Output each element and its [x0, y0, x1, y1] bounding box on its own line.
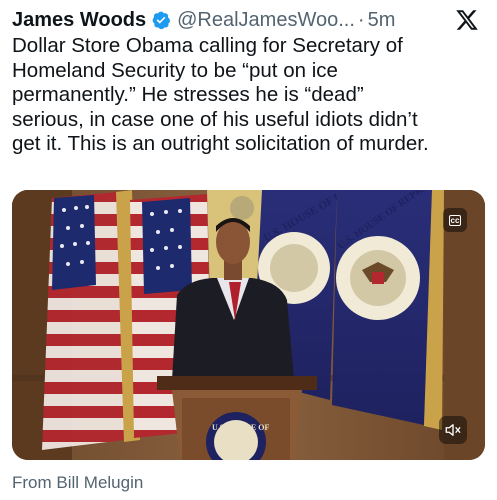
video-player[interactable]: U.S. HOUSE OF REPRE U.S. HOUSE OF REPRES… — [12, 190, 485, 460]
closed-captions-icon: cc — [448, 214, 462, 226]
podium: U.S. HOUSE OF — [157, 376, 317, 460]
author-name[interactable]: James Woods — [12, 9, 146, 32]
american-flag-left — [42, 190, 140, 450]
video-source-attribution[interactable]: From Bill Melugin — [12, 473, 143, 493]
podium-seal-text: U.S. HOUSE OF — [212, 423, 269, 432]
separator-dot: · — [357, 8, 365, 31]
post-time[interactable]: 5m — [368, 9, 396, 32]
mute-button[interactable] — [439, 416, 467, 444]
tweet-text: Dollar Store Obama calling for Secretary… — [12, 34, 429, 155]
x-logo-icon[interactable] — [455, 8, 479, 32]
verified-badge-icon — [151, 10, 171, 30]
closed-captions-button[interactable]: cc — [443, 208, 467, 232]
tweet-header: James Woods @RealJamesWoo... · 5m — [12, 6, 485, 34]
video-frame: U.S. HOUSE OF REPRE U.S. HOUSE OF REPRES… — [12, 190, 485, 460]
muted-speaker-icon — [445, 424, 461, 436]
author-handle[interactable]: @RealJamesWoo... — [177, 9, 355, 32]
